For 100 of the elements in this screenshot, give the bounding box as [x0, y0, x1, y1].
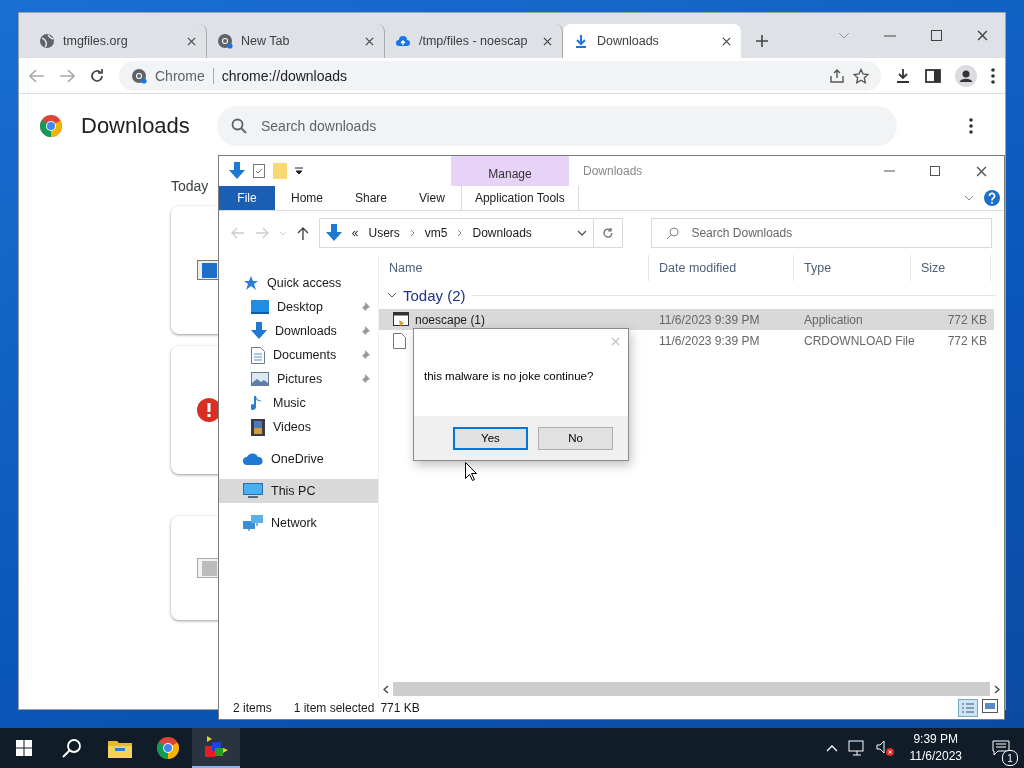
dropdown-icon[interactable] — [295, 167, 303, 175]
close-icon[interactable] — [722, 36, 731, 46]
large-icons-view-icon[interactable] — [982, 699, 998, 713]
scroll-left-icon[interactable] — [383, 684, 389, 694]
new-tab-icon[interactable] — [755, 34, 769, 48]
menu-icon[interactable] — [969, 118, 973, 134]
cloud-upload-icon — [395, 33, 411, 49]
blocks-icon — [203, 734, 229, 760]
close-icon[interactable] — [187, 36, 196, 46]
file-icon — [393, 332, 406, 349]
nav-item[interactable]: Pictures — [219, 367, 378, 391]
ribbon-tab[interactable]: Home — [275, 186, 339, 210]
download-icon[interactable] — [895, 67, 911, 84]
taskbar-app[interactable] — [192, 728, 240, 768]
download-arrow-icon — [229, 162, 245, 180]
globe-icon — [39, 33, 55, 49]
maximize-icon[interactable] — [930, 166, 940, 176]
folder-icon — [108, 738, 132, 758]
address-field[interactable]: « Users vm5 Downloads — [318, 218, 594, 248]
dialog-message: this malware is no joke continue? — [423, 369, 595, 384]
nav-item[interactable]: Network — [219, 511, 378, 535]
ribbon-tab[interactable]: View — [403, 186, 461, 210]
pictures-icon — [251, 372, 269, 386]
notification-icon[interactable] — [992, 740, 1010, 756]
file-row[interactable]: 11/6/2023 9:39 PM CRDOWNLOAD File 772 KB — [379, 330, 994, 351]
nav-item[interactable]: This PC — [219, 479, 378, 503]
chevron-down-icon[interactable] — [387, 292, 397, 298]
close-icon[interactable] — [365, 36, 374, 46]
window-title: Downloads — [582, 163, 644, 180]
muted-speaker-icon[interactable] — [875, 740, 894, 756]
file-row[interactable]: noescape (1) 11/6/2023 9:39 PM Application 772 KB — [379, 309, 994, 330]
application-icon — [393, 311, 409, 328]
nav-item[interactable]: Music — [219, 391, 378, 415]
dialog-button[interactable]: Yes — [453, 426, 528, 450]
nav-item[interactable]: Documents — [219, 343, 378, 367]
dialog-button[interactable]: No — [538, 426, 613, 450]
scroll-right-icon[interactable] — [994, 684, 1000, 694]
properties-icon[interactable] — [253, 164, 265, 178]
up-icon[interactable] — [296, 226, 309, 240]
search-icon[interactable] — [62, 738, 82, 758]
column-header[interactable]: Date modified — [649, 255, 794, 281]
chevron-down-icon[interactable] — [576, 230, 587, 236]
browser-tab[interactable]: New Tab — [207, 24, 385, 58]
maximize-icon[interactable] — [930, 30, 942, 41]
refresh-icon — [602, 227, 614, 239]
document-icon — [251, 346, 265, 364]
path-segment[interactable]: Users — [368, 226, 400, 240]
chrome-logo-icon — [39, 114, 63, 138]
nav-item[interactable]: Videos — [219, 415, 378, 439]
context-tab-header: Manage — [451, 156, 569, 186]
group-header[interactable]: Today (2) — [403, 286, 466, 304]
windows-logo-icon[interactable] — [16, 740, 32, 756]
clock[interactable]: 9:39 PM 11/6/2023 — [903, 731, 968, 765]
search-field[interactable]: Search downloads — [217, 106, 897, 146]
date-cell-text: 11/6/2023 9:39 PM — [658, 312, 761, 327]
share-icon[interactable] — [829, 67, 845, 84]
file-icon — [197, 558, 219, 578]
network-icon — [243, 515, 263, 531]
address-bar[interactable]: Chrome chrome://downloads — [119, 60, 881, 91]
close-icon[interactable] — [975, 165, 987, 177]
menu-icon[interactable] — [991, 67, 995, 84]
path-segment[interactable]: Downloads — [472, 226, 532, 240]
ribbon-tab[interactable]: File — [219, 186, 275, 210]
path-overflow[interactable]: « — [351, 226, 359, 240]
column-header[interactable]: Type — [794, 255, 911, 281]
chrome-icon — [131, 67, 147, 84]
browser-tab[interactable]: tmgfiles.org — [29, 24, 207, 58]
profile-icon[interactable] — [955, 64, 977, 87]
help-icon[interactable] — [984, 190, 1000, 206]
star-icon[interactable] — [853, 67, 869, 84]
file-name: noescape (1) — [415, 312, 486, 327]
nav-item[interactable]: Quick access — [219, 271, 378, 295]
chrome-icon — [217, 33, 233, 49]
column-header[interactable]: Name — [379, 255, 649, 281]
column-header[interactable]: Size — [911, 255, 991, 281]
chevron-down-icon[interactable] — [964, 195, 974, 201]
cloud-icon — [243, 453, 263, 465]
clock-time: 9:39 PM — [913, 731, 959, 748]
search-icon — [231, 118, 247, 134]
ribbon-tab[interactable]: Share — [339, 186, 404, 210]
chevron-up-icon[interactable] — [825, 744, 838, 752]
network-icon[interactable] — [847, 740, 866, 756]
nav-item[interactable]: OneDrive — [219, 447, 378, 471]
download-arrow-icon — [325, 224, 342, 242]
search-field[interactable]: Search Downloads — [651, 218, 992, 248]
type-cell-text: CRDOWNLOAD File — [803, 333, 916, 348]
nav-item[interactable]: Desktop — [219, 295, 378, 319]
path-segment[interactable]: vm5 — [424, 226, 448, 240]
reload-icon[interactable] — [89, 67, 105, 84]
nav-item[interactable]: Downloads — [219, 319, 378, 343]
refresh-button[interactable] — [593, 218, 624, 248]
close-icon[interactable] — [543, 36, 552, 46]
url-text: chrome://downloads — [221, 67, 348, 84]
browser-tab[interactable]: Downloads — [563, 24, 741, 58]
side-panel-icon[interactable] — [925, 68, 941, 83]
close-icon[interactable] — [976, 30, 988, 41]
search-icon — [666, 226, 680, 240]
selection-count: 1 item selected — [293, 701, 375, 715]
ribbon-tab[interactable]: Application Tools — [460, 186, 579, 210]
chrome-icon — [156, 736, 180, 760]
